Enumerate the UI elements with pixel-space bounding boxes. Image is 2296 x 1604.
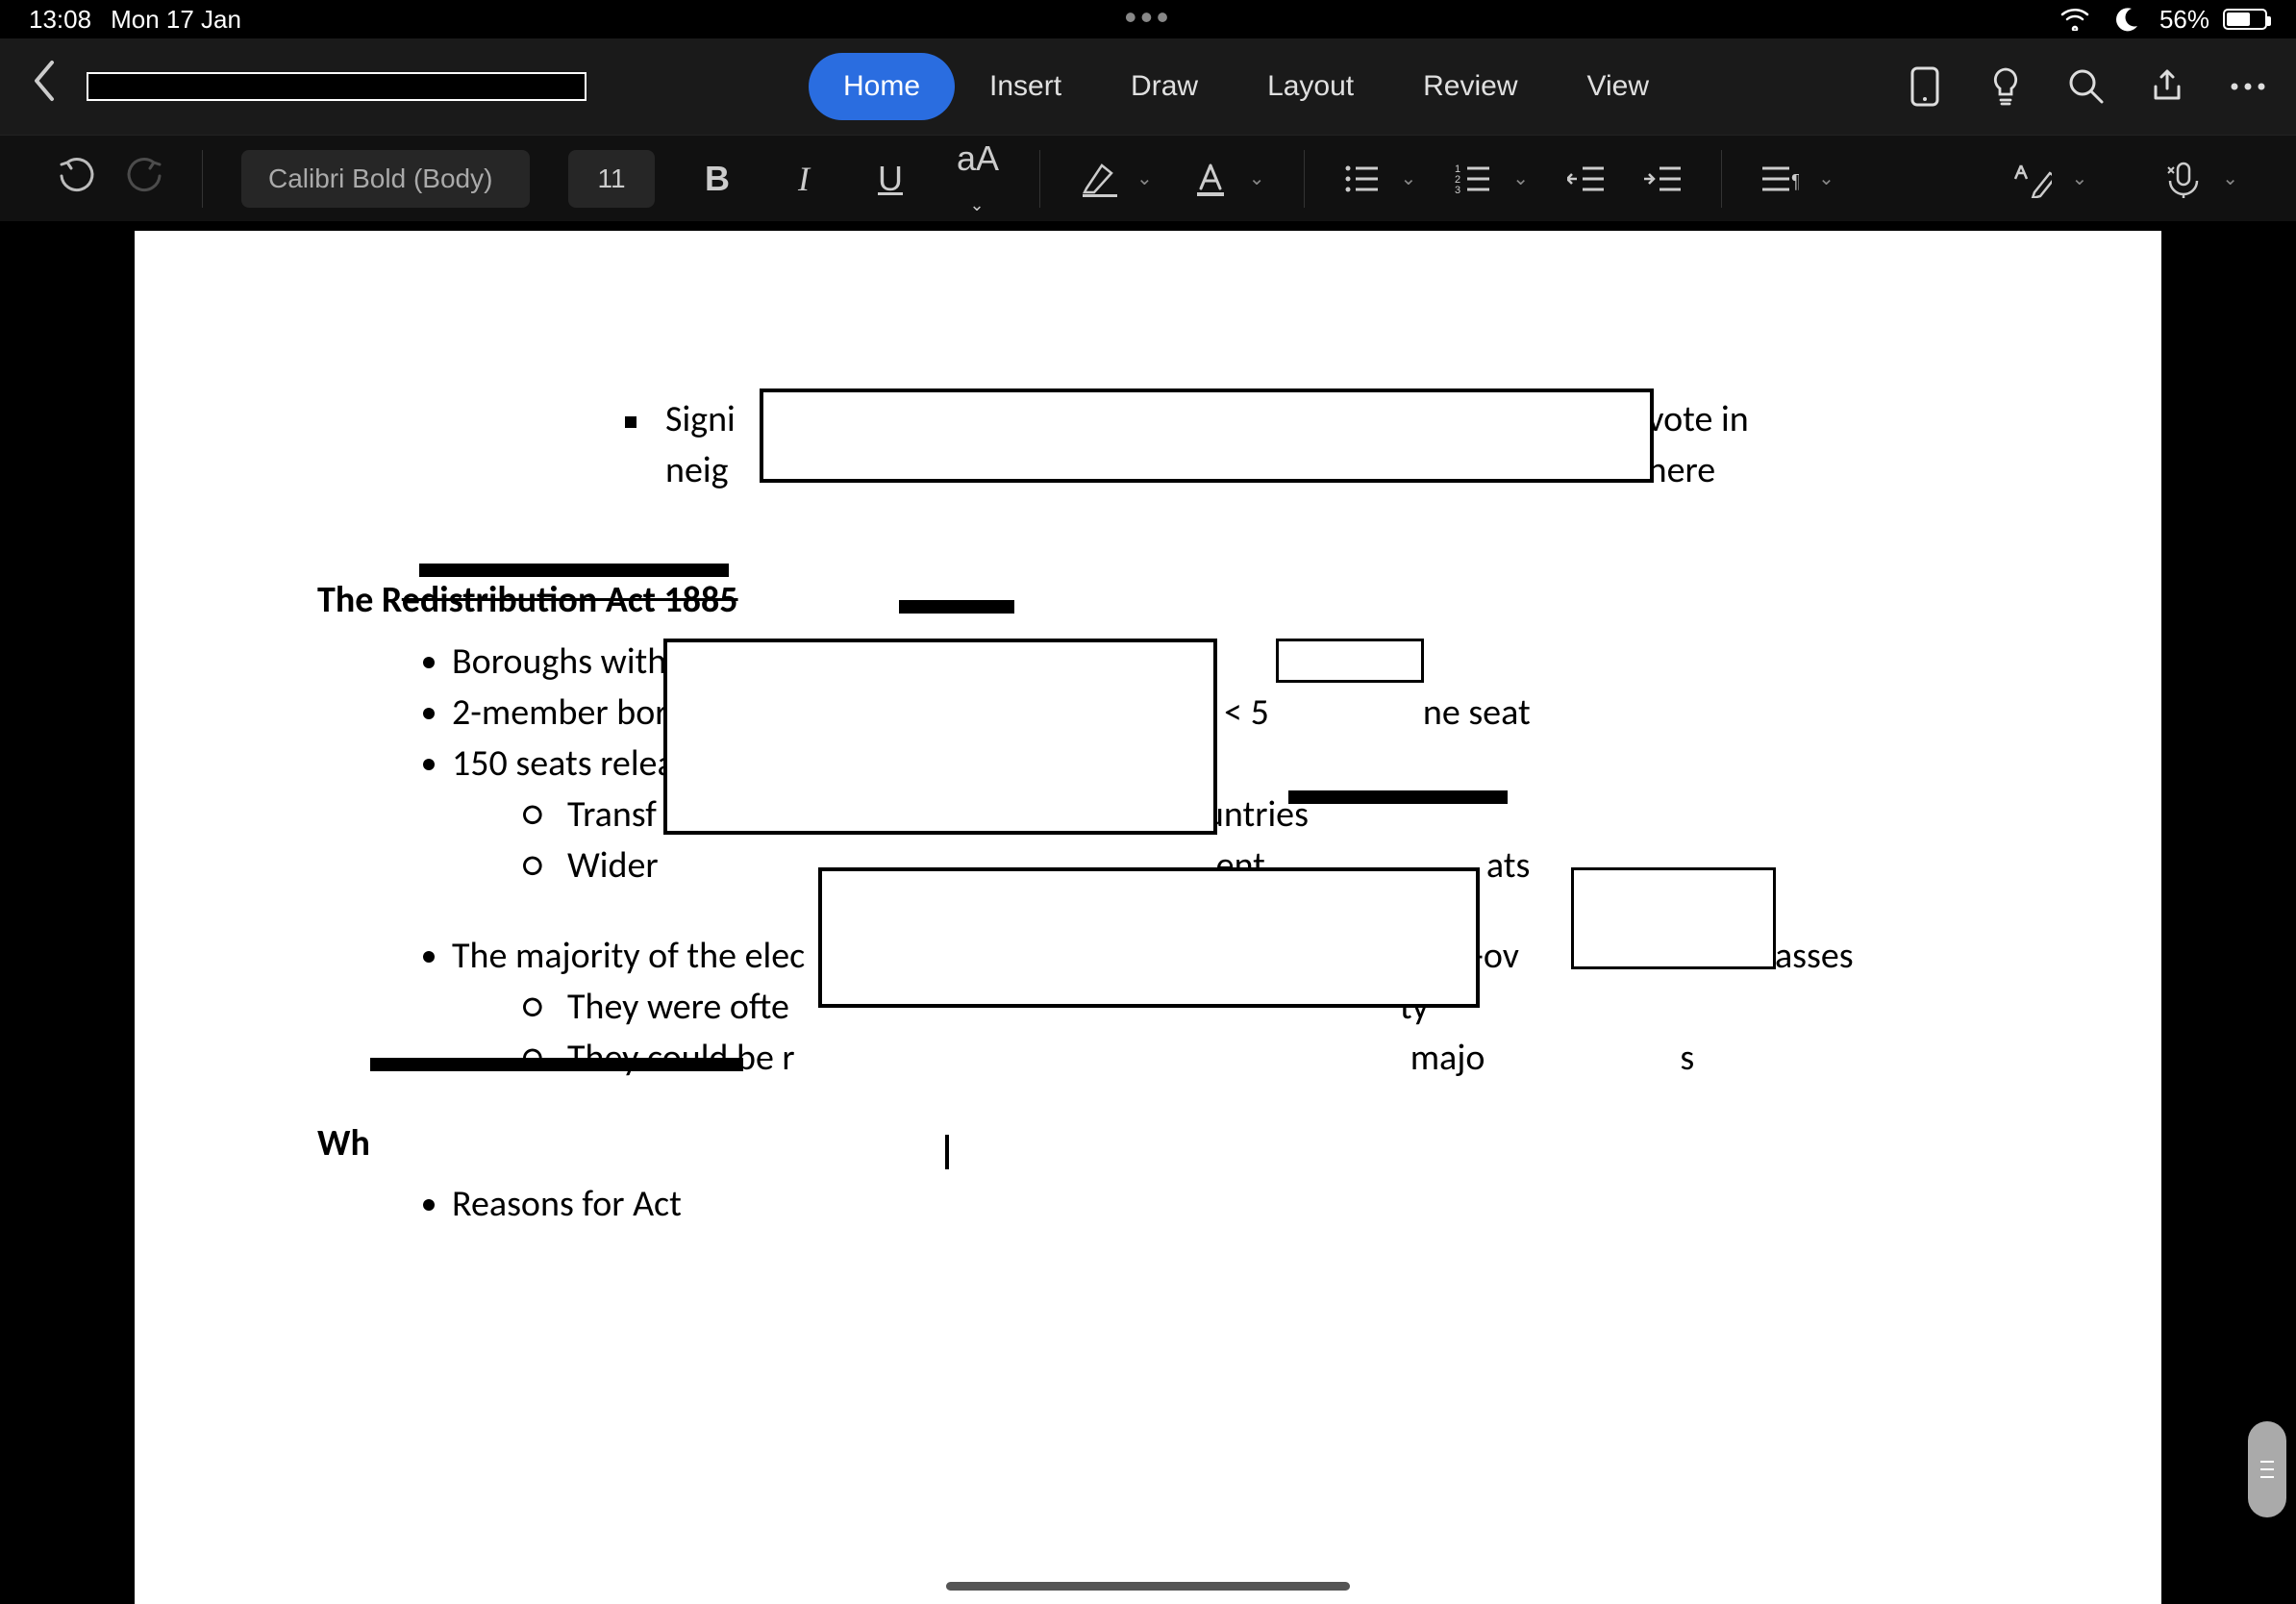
tab-draw[interactable]: Draw: [1096, 53, 1233, 120]
svg-text:¶: ¶: [1791, 171, 1799, 192]
font-size-select[interactable]: 11: [568, 150, 655, 208]
chevron-down-icon[interactable]: ⌄: [2222, 166, 2238, 190]
numbering-button[interactable]: 123: [1455, 160, 1493, 198]
highlight-button[interactable]: [1079, 160, 1117, 198]
tab-review[interactable]: Review: [1388, 53, 1552, 120]
status-time: 13:08: [29, 5, 91, 35]
separator: [202, 150, 203, 208]
chevron-down-icon[interactable]: ⌄: [1136, 166, 1153, 190]
battery-icon: [2223, 9, 2267, 30]
document-viewport[interactable]: Signid vote inneigs there The Redistribu…: [0, 221, 2296, 1604]
moon-icon: [2108, 0, 2146, 38]
chevron-down-icon[interactable]: ⌄: [1818, 166, 1834, 190]
ribbon-tabs: Home Insert Draw Layout Review View: [586, 53, 1906, 120]
document-body[interactable]: Signid vote inneigs there The Redistribu…: [317, 394, 1979, 1230]
back-button[interactable]: [29, 57, 77, 116]
styles-button[interactable]: [2013, 160, 2052, 198]
separator: [1039, 150, 1040, 208]
mobile-view-icon[interactable]: [1906, 67, 1944, 106]
battery-pct: 56%: [2159, 5, 2209, 35]
italic-button[interactable]: I: [780, 159, 828, 199]
wifi-icon: [2056, 0, 2094, 38]
format-toolbar: Calibri Bold (Body) 11 B I U aA ⌄ ⌄ ⌄ ⌄ …: [0, 135, 2296, 221]
status-bar: 13:08 Mon 17 Jan ••• 56%: [0, 0, 2296, 38]
tab-home[interactable]: Home: [809, 53, 955, 120]
separator: [1304, 150, 1305, 208]
redo-button[interactable]: [125, 155, 163, 203]
undo-button[interactable]: [58, 155, 96, 203]
redaction-box: [760, 388, 1654, 483]
tab-insert[interactable]: Insert: [955, 53, 1096, 120]
scroll-handle[interactable]: [2248, 1421, 2286, 1517]
chevron-down-icon[interactable]: ⌄: [2071, 166, 2087, 190]
redaction-bar: [899, 600, 1014, 614]
redaction-bar: [370, 1058, 743, 1071]
bold-button[interactable]: B: [693, 159, 741, 199]
indent-button[interactable]: [1644, 160, 1683, 198]
more-icon[interactable]: [2229, 67, 2267, 106]
redaction-box: [1276, 639, 1424, 683]
outdent-button[interactable]: [1567, 160, 1606, 198]
main-toolbar: Home Insert Draw Layout Review View: [0, 38, 2296, 135]
bullets-button[interactable]: [1343, 160, 1382, 198]
home-indicator[interactable]: [946, 1582, 1350, 1591]
font-name-select[interactable]: Calibri Bold (Body): [241, 150, 530, 208]
heading-text: Wh: [317, 1121, 370, 1165]
list-item: Reasons for Act: [452, 1179, 1979, 1230]
tab-view[interactable]: View: [1553, 53, 1684, 120]
chevron-down-icon[interactable]: ⌄: [1512, 166, 1529, 190]
redaction-box: [1571, 867, 1776, 969]
document-title-redacted[interactable]: [87, 72, 586, 101]
status-date: Mon 17 Jan: [111, 5, 241, 35]
text: Signi: [665, 397, 736, 441]
list-item: They could be rmajos: [567, 1033, 1979, 1084]
tab-layout[interactable]: Layout: [1233, 53, 1388, 120]
heading-text: The R: [317, 578, 402, 622]
redaction-bar: [419, 564, 729, 577]
dictate-button[interactable]: [2164, 160, 2203, 198]
underline-button[interactable]: U: [866, 159, 914, 199]
multitask-dots[interactable]: •••: [241, 0, 2056, 38]
text-format-button[interactable]: aA ⌄: [953, 138, 1001, 219]
chevron-down-icon[interactable]: ⌄: [1249, 166, 1265, 190]
text-cursor: [945, 1135, 949, 1169]
lightbulb-icon[interactable]: [1986, 67, 2025, 106]
separator: [1721, 150, 1722, 208]
svg-text:3: 3: [1455, 185, 1460, 195]
search-icon[interactable]: [2067, 67, 2106, 106]
share-icon[interactable]: [2148, 67, 2186, 106]
redaction-box: [818, 867, 1480, 1008]
font-color-button[interactable]: [1191, 160, 1230, 198]
redaction-bar: [1288, 790, 1508, 804]
document-page[interactable]: Signid vote inneigs there The Redistribu…: [135, 231, 2161, 1604]
chevron-down-icon[interactable]: ⌄: [1401, 166, 1417, 190]
text: neig: [665, 448, 728, 492]
redaction-box: [663, 639, 1217, 835]
paragraph-button[interactable]: ¶: [1760, 160, 1799, 198]
